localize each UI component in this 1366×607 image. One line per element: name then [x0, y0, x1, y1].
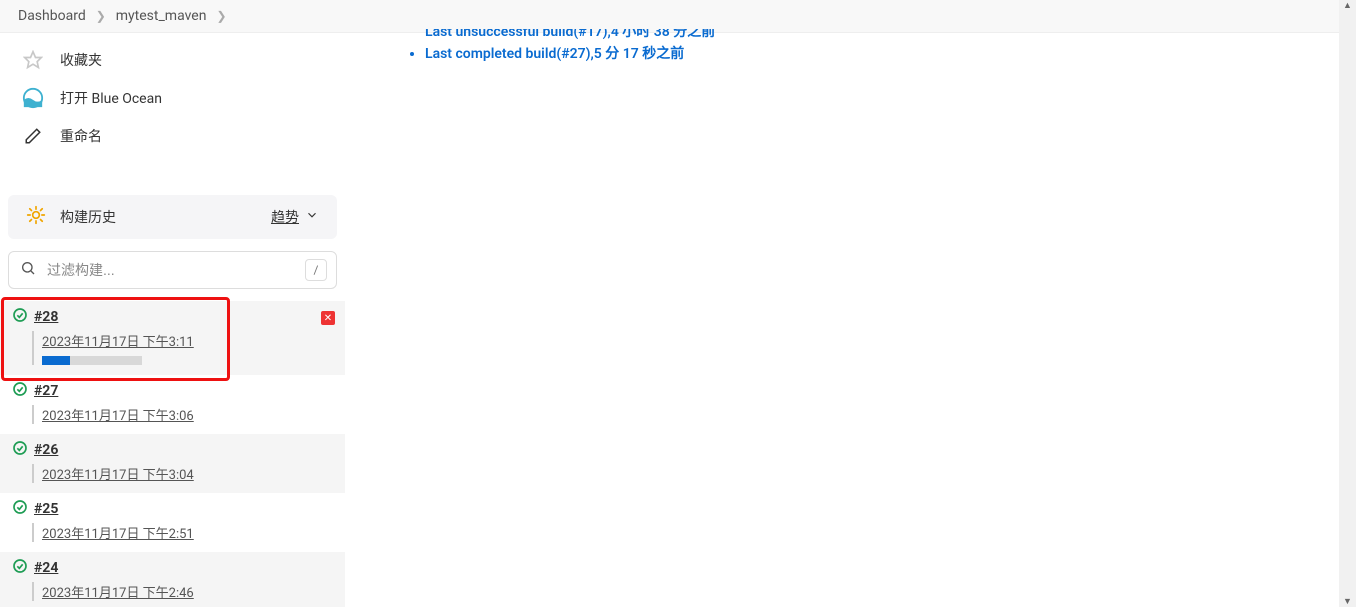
build-progress-bar: [42, 356, 142, 365]
build-number-link[interactable]: #25: [34, 501, 58, 517]
blue-ocean-icon: [22, 87, 44, 109]
success-check-icon: [12, 381, 28, 401]
success-check-icon: [12, 499, 28, 519]
build-item: #25 2023年11月17日 下午2:51: [0, 493, 345, 552]
build-item: #26 2023年11月17日 下午3:04: [0, 434, 345, 493]
build-history-title: 构建历史: [60, 207, 116, 227]
sidebar-item-label: 重命名: [60, 126, 102, 146]
build-number-link[interactable]: #24: [34, 560, 58, 576]
sidebar-item-favorites[interactable]: 收藏夹: [0, 41, 345, 79]
sidebar-item-blue-ocean[interactable]: 打开 Blue Ocean: [0, 79, 345, 117]
search-icon: [20, 260, 36, 280]
build-item: #28 ✕ 2023年11月17日 下午3:11: [0, 301, 345, 375]
build-date-link[interactable]: 2023年11月17日 下午2:46: [42, 582, 335, 601]
success-check-icon: [12, 307, 28, 327]
summary-link[interactable]: Last completed build(#27),5 分 17 秒之前: [425, 46, 684, 62]
scroll-up-icon[interactable]: ▲: [1339, 0, 1356, 11]
sidebar: 收藏夹 打开 Blue Ocean 重命名: [0, 33, 345, 607]
trend-label: 趋势: [271, 207, 299, 227]
build-summary-list: Last unsuccessful build(#17),4 小时 38 分之前…: [375, 29, 1326, 63]
sidebar-item-label: 收藏夹: [60, 50, 102, 70]
trend-link[interactable]: 趋势: [271, 207, 319, 227]
success-check-icon: [12, 440, 28, 460]
chevron-right-icon: ❯: [96, 9, 106, 23]
slash-shortcut-badge: /: [305, 259, 327, 281]
success-check-icon: [12, 558, 28, 578]
build-number-link[interactable]: #26: [34, 442, 58, 458]
main-content: Last unsuccessful build(#17),4 小时 38 分之前…: [345, 33, 1356, 607]
chevron-down-icon: [305, 208, 319, 226]
summary-link[interactable]: Last unsuccessful build(#17),4 小时 38 分之前: [425, 29, 715, 40]
build-item: #24 2023年11月17日 下午2:46: [0, 552, 345, 607]
star-icon: [22, 49, 44, 71]
cancel-build-icon[interactable]: ✕: [321, 311, 335, 325]
build-history-header: 构建历史 趋势: [8, 195, 337, 239]
build-date-link[interactable]: 2023年11月17日 下午2:51: [42, 523, 335, 542]
build-date-link[interactable]: 2023年11月17日 下午3:11: [42, 331, 335, 350]
scroll-down-icon[interactable]: ▼: [1339, 596, 1356, 607]
build-item: #27 2023年11月17日 下午3:06: [0, 375, 345, 434]
sidebar-item-label: 打开 Blue Ocean: [60, 88, 162, 108]
filter-builds-input[interactable]: [8, 251, 337, 289]
chevron-right-icon: ❯: [216, 9, 226, 23]
builds-list: #28 ✕ 2023年11月17日 下午3:11 #27 2023年11月17日 下午3…: [0, 301, 345, 607]
breadcrumb-item-project[interactable]: mytest_maven: [116, 8, 207, 24]
pencil-icon: [22, 125, 44, 147]
build-number-link[interactable]: #27: [34, 383, 58, 399]
vertical-scrollbar[interactable]: ▲ ▼: [1339, 0, 1356, 607]
sidebar-item-rename[interactable]: 重命名: [0, 117, 345, 155]
sun-icon: [26, 205, 46, 229]
build-date-link[interactable]: 2023年11月17日 下午3:06: [42, 405, 335, 424]
build-date-link[interactable]: 2023年11月17日 下午3:04: [42, 464, 335, 483]
build-number-link[interactable]: #28: [34, 309, 58, 325]
breadcrumb-item-dashboard[interactable]: Dashboard: [18, 8, 86, 24]
